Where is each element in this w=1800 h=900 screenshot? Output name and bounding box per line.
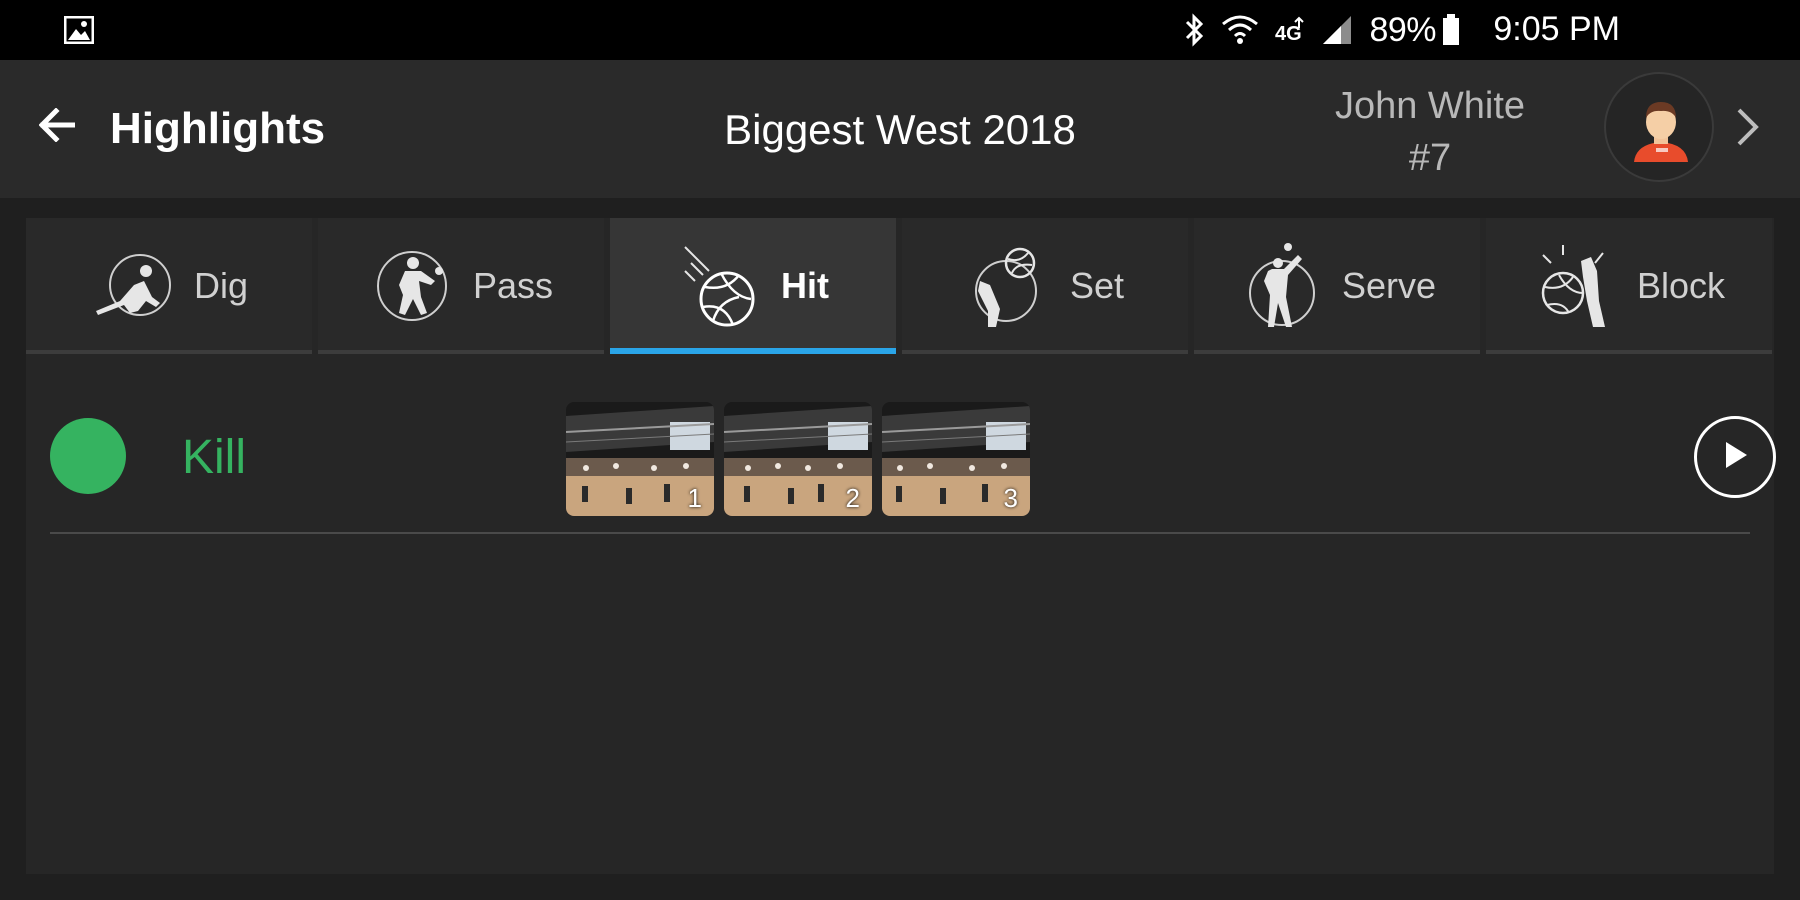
block-icon — [1541, 245, 1605, 327]
tab-label: Dig — [193, 265, 249, 306]
chevron-right-icon — [1735, 106, 1761, 153]
signal-icon — [1321, 14, 1353, 46]
clip-number: 3 — [1003, 483, 1018, 513]
clip-list: 1 2 3 — [566, 402, 1030, 516]
player-number: #7 — [1408, 137, 1452, 179]
tab-label: Pass — [472, 265, 554, 306]
image-icon — [63, 15, 95, 45]
tab-hit[interactable]: Hit — [610, 218, 896, 354]
result-row-kill[interactable]: Kill 1 2 3 — [50, 378, 1776, 534]
dig-icon — [95, 254, 171, 316]
page-title: Highlights — [110, 104, 326, 153]
content-panel: Dig Pass Hit Set Serve Block Kill 1 2 3 — [26, 218, 1776, 874]
tab-label: Set — [1069, 265, 1125, 306]
arrow-back-icon — [38, 106, 76, 147]
play-all-button[interactable] — [1694, 416, 1776, 498]
back-button[interactable] — [34, 104, 80, 150]
play-icon — [1720, 439, 1750, 476]
result-status-dot — [50, 418, 126, 494]
clip-number: 2 — [845, 483, 860, 513]
hit-icon — [684, 246, 755, 327]
tab-block[interactable]: Block — [1486, 218, 1772, 354]
tab-label: Hit — [781, 265, 829, 306]
skill-tabs: Dig Pass Hit Set Serve Block — [26, 218, 1774, 354]
tab-pass[interactable]: Pass — [318, 218, 604, 354]
lte-icon: 4G — [1275, 14, 1305, 46]
app-bar: Highlights Biggest West 2018 John White … — [0, 60, 1800, 198]
tab-dig[interactable]: Dig — [26, 218, 312, 354]
bluetooth-icon — [1183, 13, 1205, 47]
svg-text:4G: 4G — [1275, 23, 1302, 45]
wifi-icon — [1221, 14, 1259, 46]
tab-set[interactable]: Set — [902, 218, 1188, 354]
clip-number: 1 — [687, 483, 702, 513]
player-name: John White — [1334, 85, 1526, 127]
status-bar: 4G 89% 9:05 PM — [0, 0, 1800, 60]
row-divider — [50, 532, 1750, 534]
battery-icon — [1442, 14, 1460, 46]
serve-icon — [1248, 243, 1315, 327]
player-avatar-icon — [1634, 102, 1688, 162]
next-player-button[interactable] — [1728, 104, 1768, 154]
set-icon — [974, 247, 1037, 327]
tab-label: Block — [1636, 265, 1726, 306]
result-label: Kill — [182, 431, 247, 484]
event-title: Biggest West 2018 — [724, 106, 1076, 153]
tab-serve[interactable]: Serve — [1194, 218, 1480, 354]
avatar[interactable] — [1604, 72, 1714, 182]
clip-thumbnail[interactable]: 2 — [724, 402, 872, 516]
status-time: 9:05 PM — [1493, 10, 1620, 48]
battery-percent: 89% — [1369, 10, 1436, 49]
tab-label: Serve — [1341, 265, 1437, 306]
clip-thumbnail[interactable]: 1 — [566, 402, 714, 516]
pass-icon — [376, 251, 447, 321]
clip-thumbnail[interactable]: 3 — [882, 402, 1030, 516]
